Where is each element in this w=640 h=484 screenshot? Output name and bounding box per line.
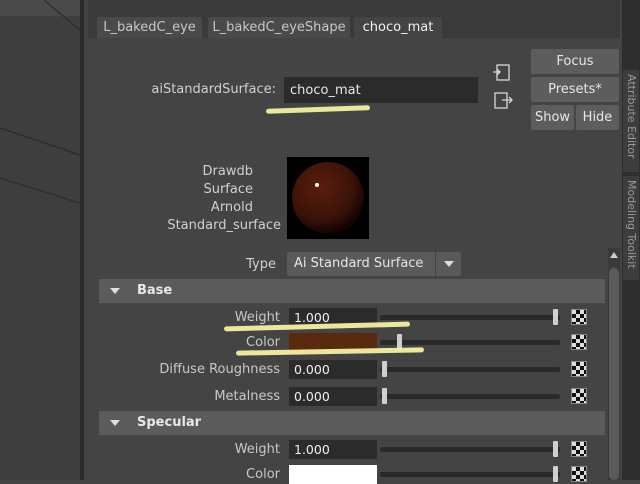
scroll-up-icon[interactable] (610, 252, 618, 258)
type-dropdown[interactable]: Ai Standard Surface (287, 252, 461, 276)
metalness-slider[interactable] (380, 394, 560, 399)
swatch-label-line: Arnold (210, 200, 253, 215)
collapse-triangle-icon (110, 288, 120, 294)
presets-button[interactable]: Presets* (531, 77, 619, 102)
type-dropdown-value: Ai Standard Surface (294, 256, 424, 271)
tab-choco-mat[interactable]: choco_mat (354, 17, 442, 38)
section-title: Specular (137, 415, 202, 430)
base-color-slider[interactable] (380, 340, 560, 345)
swatch-label-line: Surface (203, 182, 253, 197)
output-connection-icon[interactable] (491, 90, 515, 112)
base-weight-label: Weight (234, 310, 280, 325)
base-weight-slider-handle[interactable] (553, 309, 558, 325)
swatch-label-line: Standard_surface (167, 218, 281, 233)
tab-label: choco_mat (362, 20, 434, 35)
node-type-label: aiStandardSurface: (151, 82, 276, 97)
load-attributes-icon[interactable] (491, 62, 515, 84)
material-swatch[interactable] (287, 157, 369, 239)
hide-button[interactable]: Hide (576, 105, 619, 130)
dock-tab-label: Attribute Editor (625, 74, 638, 159)
dock-tab-attribute-editor[interactable]: Attribute Editor (623, 70, 639, 172)
node-name-field[interactable] (284, 77, 478, 103)
collapse-triangle-icon (110, 420, 120, 426)
diffuse-roughness-field[interactable]: 0.000 (289, 360, 377, 379)
tab-bar: L_bakedC_eye L_bakedC_eyeShape choco_mat (88, 0, 620, 38)
base-weight-slider[interactable] (380, 315, 560, 320)
metalness-field[interactable]: 0.000 (289, 387, 377, 406)
swatch-label-line: Drawdb (202, 164, 253, 179)
metalness-label: Metalness (214, 389, 280, 404)
tab-l-bakedc-eyeshape[interactable]: L_bakedC_eyeShape (208, 17, 350, 38)
specular-weight-slider-handle[interactable] (553, 441, 558, 457)
map-texture-icon[interactable] (571, 361, 587, 377)
tab-label: L_bakedC_eye (103, 20, 196, 35)
scrollbar-thumb[interactable] (609, 268, 619, 480)
map-texture-icon[interactable] (571, 441, 587, 457)
diffuse-roughness-label: Diffuse Roughness (159, 362, 280, 377)
map-texture-icon[interactable] (571, 309, 587, 325)
tab-label: L_bakedC_eyeShape (212, 20, 346, 35)
diffuse-roughness-slider-handle[interactable] (382, 361, 387, 377)
section-base[interactable]: Base (99, 279, 605, 303)
specular-color-swatch[interactable] (289, 465, 377, 484)
type-label: Type (246, 257, 276, 272)
specular-weight-field[interactable]: 1.000 (289, 440, 377, 459)
tab-l-bakedc-eye[interactable]: L_bakedC_eye (97, 17, 202, 38)
viewport-grid (0, 0, 80, 204)
section-specular[interactable]: Specular (99, 411, 605, 435)
viewport-panel[interactable] (0, 0, 84, 480)
section-title: Base (137, 283, 173, 298)
chevron-down-icon (435, 252, 462, 276)
dock-tab-label: Modeling Toolkit (625, 180, 638, 269)
specular-weight-label: Weight (234, 442, 280, 457)
map-texture-icon[interactable] (571, 334, 587, 350)
diffuse-roughness-slider[interactable] (380, 367, 560, 372)
dock-tab-modeling-toolkit[interactable]: Modeling Toolkit (623, 176, 639, 280)
dock-tab-strip: Attribute Editor Modeling Toolkit (622, 0, 640, 480)
focus-button[interactable]: Focus (531, 49, 619, 74)
specular-color-slider[interactable] (380, 472, 560, 477)
specular-weight-slider[interactable] (380, 447, 560, 452)
attribute-scrollbar[interactable] (608, 248, 620, 480)
show-button[interactable]: Show (531, 105, 574, 130)
map-texture-icon[interactable] (571, 388, 587, 404)
metalness-slider-handle[interactable] (382, 388, 387, 404)
base-color-label: Color (246, 335, 280, 350)
